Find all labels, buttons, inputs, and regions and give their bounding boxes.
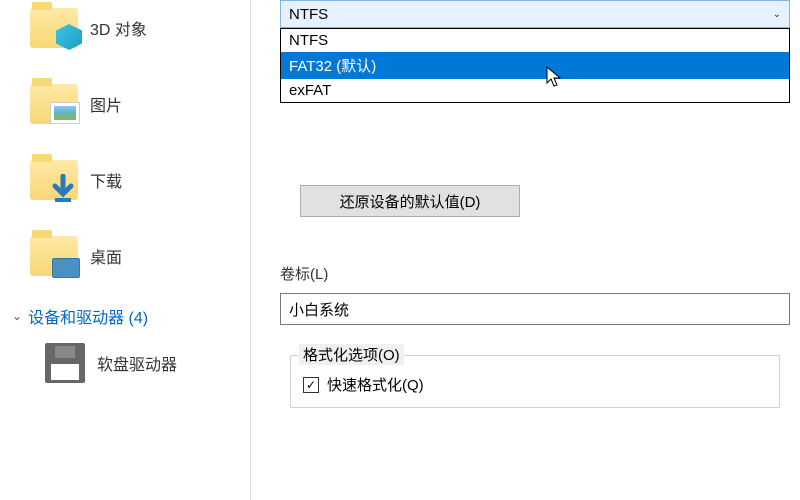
chevron-down-icon: ⌄ [12, 309, 22, 323]
chevron-down-icon: ⌄ [773, 9, 781, 20]
nav-label: 图片 [90, 92, 122, 116]
dropdown-option-fat32[interactable]: FAT32 (默认) [281, 52, 789, 79]
nav-label: 桌面 [90, 244, 122, 268]
floppy-disk-icon [45, 343, 85, 383]
nav-item-desktop[interactable]: 桌面 [30, 228, 250, 284]
quick-format-checkbox[interactable]: ✓ [303, 377, 319, 393]
nav-item-pictures[interactable]: 图片 [30, 76, 250, 132]
cube-icon [56, 24, 82, 50]
folder-icon [30, 236, 78, 276]
nav-label: 3D 对象 [90, 16, 147, 40]
format-options-caption: 格式化选项(O) [299, 344, 404, 365]
restore-defaults-button[interactable]: 还原设备的默认值(D) [300, 185, 520, 217]
photo-icon [50, 102, 80, 124]
dropdown-value: NTFS [289, 6, 328, 23]
dropdown-option-exfat[interactable]: exFAT [281, 79, 789, 102]
nav-item-3d-objects[interactable]: 3D 对象 [30, 0, 250, 56]
vertical-divider [250, 0, 251, 500]
folder-icon [30, 8, 78, 48]
drive-label: 软盘驱动器 [97, 351, 177, 375]
quick-format-row[interactable]: ✓ 快速格式化(Q) [303, 374, 767, 395]
format-options-group: 格式化选项(O) ✓ 快速格式化(Q) [290, 355, 780, 408]
nav-label: 下载 [90, 168, 122, 192]
drive-item-floppy[interactable]: 软盘驱动器 [45, 343, 250, 383]
folder-icon [30, 160, 78, 200]
section-header-devices[interactable]: ⌄ 设备和驱动器 (4) [12, 304, 250, 328]
filesystem-dropdown-list: NTFS FAT32 (默认) exFAT [280, 28, 790, 103]
quick-format-label: 快速格式化(Q) [327, 374, 424, 395]
volume-label-caption: 卷标(L) [280, 263, 328, 284]
nav-item-downloads[interactable]: 下载 [30, 152, 250, 208]
folder-icon [30, 84, 78, 124]
dropdown-option-ntfs[interactable]: NTFS [281, 29, 789, 52]
filesystem-dropdown[interactable]: NTFS ⌄ [280, 0, 790, 28]
navigation-sidebar: 3D 对象 图片 下载 桌面 ⌄ 设备和驱动器 (4) 软盘驱动器 [0, 0, 250, 500]
section-title: 设备和驱动器 (4) [28, 304, 148, 328]
download-arrow-icon [50, 174, 76, 204]
volume-label-input[interactable] [280, 293, 790, 325]
desktop-icon [52, 258, 80, 278]
